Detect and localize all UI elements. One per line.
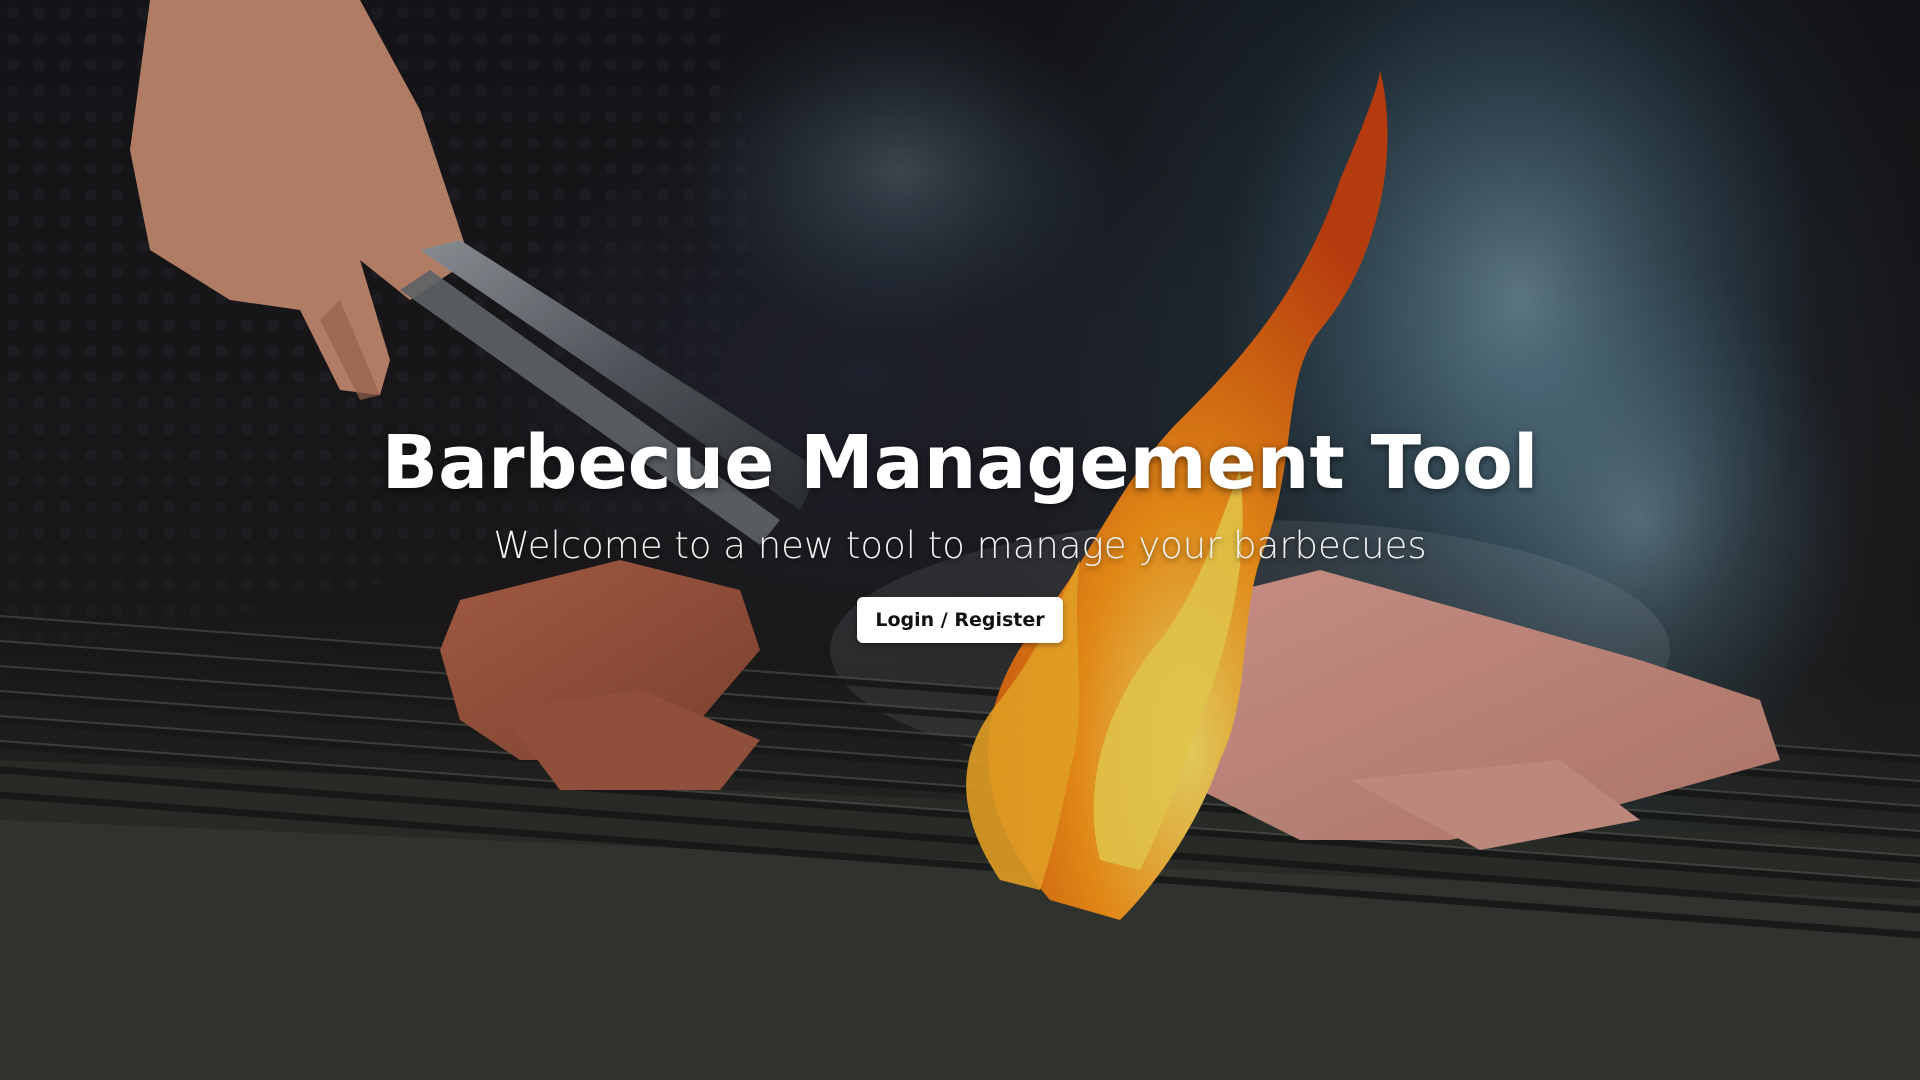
page-title: Barbecue Management Tool [381,420,1539,506]
hero-section: Barbecue Management Tool Welcome to a ne… [0,0,1920,1080]
hero-content: Barbecue Management Tool Welcome to a ne… [0,420,1920,643]
login-register-button[interactable]: Login / Register [857,597,1063,643]
page-subtitle: Welcome to a new tool to manage your bar… [493,524,1427,567]
